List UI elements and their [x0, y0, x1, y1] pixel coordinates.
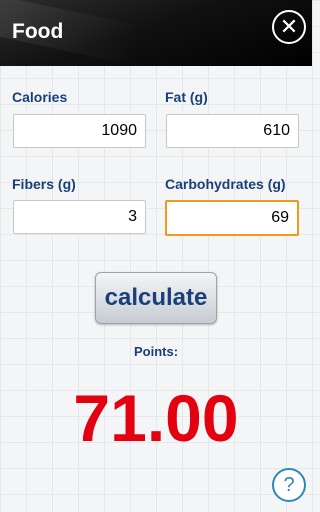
help-icon[interactable]: ?	[272, 468, 306, 502]
fat-input[interactable]	[166, 114, 299, 148]
fibers-label: Fibers (g)	[12, 176, 76, 192]
carbohydrates-input[interactable]	[165, 200, 299, 236]
close-icon[interactable]: ✕	[272, 10, 306, 44]
carbohydrates-label: Carbohydrates (g)	[165, 176, 286, 192]
app-header: Food ✕	[0, 0, 312, 66]
calculate-button[interactable]: calculate	[95, 272, 217, 324]
fibers-input[interactable]	[13, 200, 146, 234]
points-value: 71.00	[73, 381, 239, 455]
fat-label: Fat (g)	[165, 89, 208, 105]
calories-label: Calories	[12, 89, 68, 105]
page-title: Food	[12, 20, 64, 43]
points-label: Points:	[133, 344, 179, 359]
calories-input[interactable]	[13, 114, 146, 148]
